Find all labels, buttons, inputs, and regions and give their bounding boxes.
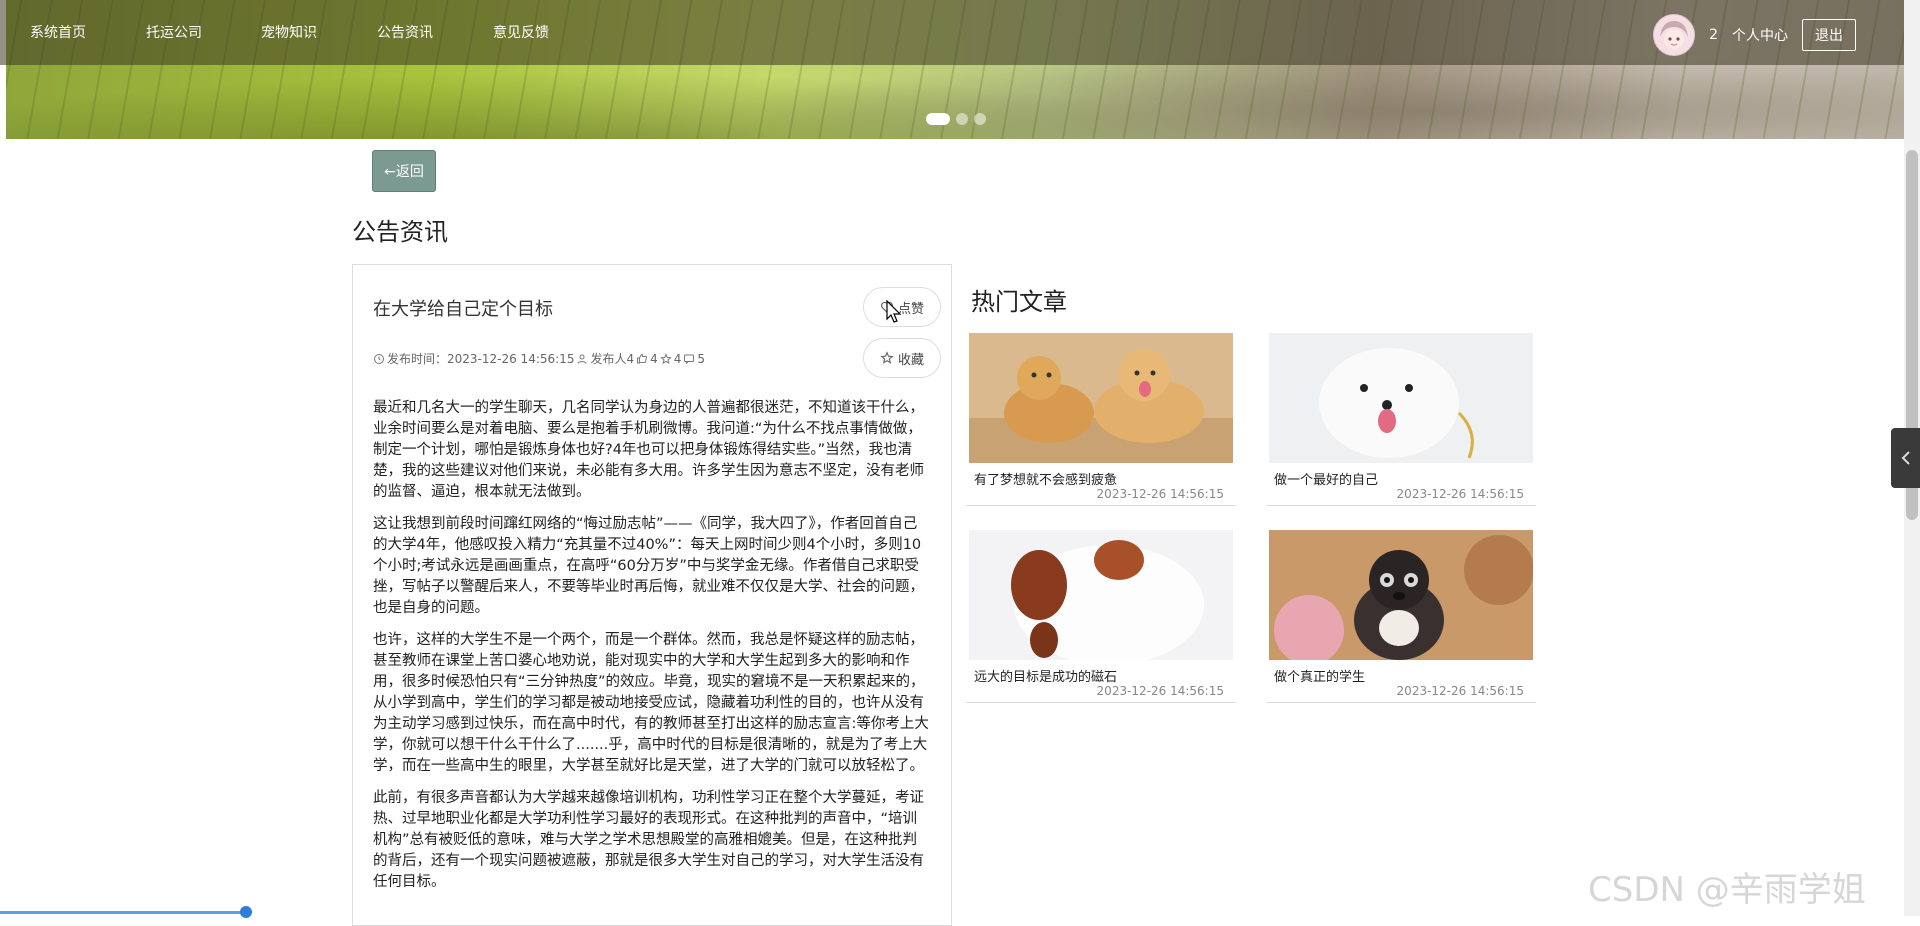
article-paragraph: 最近和几名大一的学生聊天，几名同学认为身边的人普遍都很迷茫，不知道该干什么，业余… <box>373 400 924 500</box>
favorite-label: 收藏 <box>897 352 924 368</box>
nav-feedback[interactable]: 意见反馈 <box>493 22 549 42</box>
hot-article-card-3[interactable]: 远大的目标是成功的磁石 2023-12-26 14:56:15 <box>966 530 1236 703</box>
carousel-dot-3[interactable] <box>974 113 986 125</box>
hot-article-card-4[interactable]: 做个真正的学生 2023-12-26 14:56:15 <box>1266 530 1536 703</box>
hot-article-caption: 远大的目标是成功的磁石 <box>974 670 1118 685</box>
user-area: 2 个人中心 退出 <box>1653 14 1856 56</box>
article-paragraph: 这让我想到前段时间蹿红网络的“悔过励志帖”——《同学，我大四了》，作者回首自己的… <box>373 516 924 616</box>
hot-article-date: 2023-12-26 14:56:15 <box>1096 684 1224 698</box>
favorite-button[interactable]: 收藏 <box>863 338 941 378</box>
hot-article-caption: 做一个最好的自己 <box>1274 473 1379 488</box>
article-panel: 在大学给自己定个目标 点赞 收藏 发布时间：2023-12-26 14:56:1… <box>352 264 952 926</box>
article-meta: 发布时间：2023-12-26 14:56:15 发布人4 4 4 5 <box>373 350 705 367</box>
hot-article-image <box>969 333 1233 463</box>
like-button[interactable]: 点赞 <box>863 287 941 327</box>
article-paragraph: 此前，有很多声音都认为大学越来越像培训机构，功利性学习正在整个大学蔓延，考证热、… <box>373 790 924 890</box>
user-count: 2 <box>1709 27 1718 43</box>
article-paragraph: 也许，这样的大学生不是一个两个，而是一个群体。然而，我总是怀疑这样的励志帖，甚至… <box>373 632 929 774</box>
hot-article-image <box>1269 333 1533 463</box>
article-body: 最近和几名大一的学生聊天，几名同学认为身边的人普遍都很迷茫，不知道该干什么，业余… <box>373 398 929 904</box>
star-icon <box>659 352 672 364</box>
mouse-cursor-icon <box>886 300 902 323</box>
carousel-dot-2[interactable] <box>956 113 968 125</box>
thumb-icon <box>637 353 648 363</box>
avatar[interactable] <box>1653 14 1696 56</box>
nav-announcements[interactable]: 公告资讯 <box>377 22 433 42</box>
hot-article-date: 2023-12-26 14:56:15 <box>1396 487 1524 501</box>
publish-time: 发布时间：2023-12-26 14:56:15 <box>387 352 575 366</box>
hot-article-image <box>969 530 1233 660</box>
watermark: CSDN @辛雨学姐 <box>1588 870 1866 910</box>
hot-article-date: 2023-12-26 14:56:15 <box>1396 684 1524 698</box>
nav-shipping-company[interactable]: 托运公司 <box>146 22 202 42</box>
top-nav: 系统首页 托运公司 宠物知识 公告资讯 意见反馈 2 个人中心 退出 <box>0 0 1904 65</box>
hot-article-date: 2023-12-26 14:56:15 <box>1096 487 1224 501</box>
video-progress-knob[interactable] <box>240 906 252 918</box>
nav-home[interactable]: 系统首页 <box>30 22 86 42</box>
video-progress-track[interactable] <box>0 911 250 914</box>
comment-count: 5 <box>697 351 706 366</box>
carousel-dot-1[interactable] <box>926 113 950 125</box>
user-center-link[interactable]: 个人中心 <box>1732 25 1788 45</box>
hot-articles-title: 热门文章 <box>971 288 1067 316</box>
hot-article-caption: 做个真正的学生 <box>1274 670 1366 685</box>
like-count: 4 <box>650 351 658 366</box>
hot-article-card-2[interactable]: 做一个最好的自己 2023-12-26 14:56:15 <box>1266 333 1536 506</box>
nav-pet-knowledge[interactable]: 宠物知识 <box>261 22 317 42</box>
hot-article-image <box>1269 530 1533 660</box>
clock-icon <box>374 353 384 364</box>
publisher: 发布人4 <box>590 352 635 366</box>
carousel-dots <box>926 113 986 125</box>
hot-article-caption: 有了梦想就不会感到疲惫 <box>974 473 1118 488</box>
user-icon <box>577 354 587 364</box>
hot-article-card-1[interactable]: 有了梦想就不会感到疲惫 2023-12-26 14:56:15 <box>966 333 1236 506</box>
article-title: 在大学给自己定个目标 <box>373 299 553 320</box>
side-drawer-toggle[interactable] <box>1891 428 1920 488</box>
star-icon <box>880 351 894 364</box>
logout-button[interactable]: 退出 <box>1802 19 1856 51</box>
back-button[interactable]: ←返回 <box>372 150 436 192</box>
avatar-image <box>1654 15 1695 55</box>
favorite-count: 4 <box>673 351 682 366</box>
comment-icon <box>684 354 695 364</box>
page-title: 公告资讯 <box>352 218 448 246</box>
chevron-left-icon <box>1901 451 1910 465</box>
